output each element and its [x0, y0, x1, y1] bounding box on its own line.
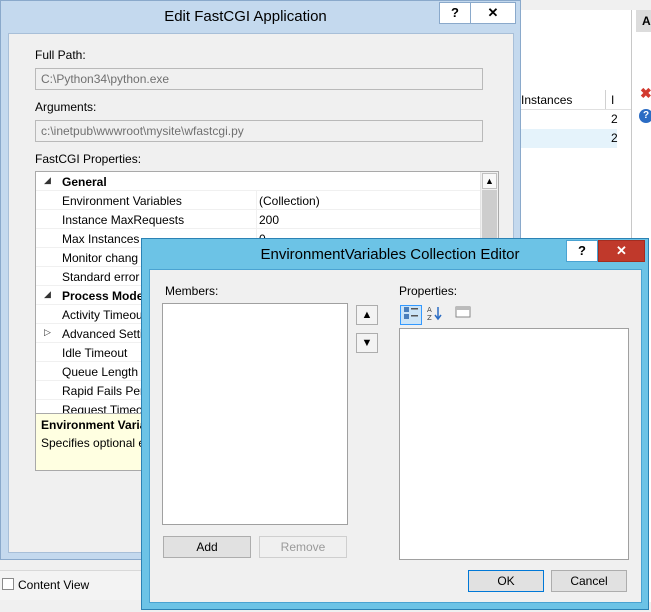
view-switcher: Content View — [0, 570, 142, 600]
help-button[interactable]: ? — [439, 2, 471, 24]
members-list[interactable] — [162, 303, 348, 525]
sort-alphabetical-icon[interactable]: AZ — [424, 305, 446, 325]
fastcgi-properties-label: FastCGI Properties: — [35, 152, 142, 166]
arrow-down-icon: ▼ — [361, 337, 373, 349]
column-separator — [605, 90, 606, 109]
category-label: General — [62, 175, 107, 189]
grid-row[interactable]: Instance MaxRequests 200 — [36, 210, 482, 229]
actions-pane-header: A — [636, 10, 651, 32]
content-view-icon — [2, 578, 14, 590]
categorized-icon[interactable] — [400, 305, 422, 325]
svg-text:Z: Z — [427, 314, 432, 321]
table-row[interactable]: 2 — [519, 110, 618, 129]
move-down-button[interactable]: ▼ — [356, 333, 378, 353]
content-view-tab[interactable]: Content View — [18, 578, 89, 592]
row-value: 2 — [611, 112, 618, 126]
close-button[interactable]: ✕ — [470, 2, 516, 24]
column-separator — [256, 210, 257, 229]
delete-icon[interactable]: ✖ — [640, 85, 651, 102]
grid-category-general[interactable]: ◢ General — [36, 172, 482, 191]
arrow-up-icon: ▲ — [361, 309, 373, 321]
ok-button[interactable]: OK — [468, 570, 544, 592]
description-title: Environment Varia — [41, 418, 147, 432]
column-header-truncated[interactable]: I — [611, 93, 614, 107]
cancel-button[interactable]: Cancel — [551, 570, 627, 592]
property-value[interactable]: (Collection) — [259, 194, 320, 208]
scroll-up-icon[interactable]: ▲ — [482, 173, 497, 189]
help-icon[interactable]: ? — [639, 109, 651, 123]
iis-column-header: Instances I — [519, 90, 631, 110]
property-value[interactable]: 200 — [259, 213, 279, 227]
property-name: Instance MaxRequests — [62, 213, 185, 227]
dialog-body: Members: ▲ ▼ Properties: AZ Add Remove O… — [149, 269, 642, 603]
full-path-label: Full Path: — [35, 48, 86, 62]
column-header-instances[interactable]: Instances — [521, 93, 572, 107]
property-pages-icon[interactable] — [452, 305, 474, 325]
collapse-icon[interactable]: ◢ — [44, 289, 51, 300]
properties-grid[interactable] — [399, 328, 629, 560]
move-up-button[interactable]: ▲ — [356, 305, 378, 325]
property-name: Environment Variables — [62, 194, 182, 208]
table-row[interactable]: 2 — [519, 129, 618, 148]
remove-button[interactable]: Remove — [259, 536, 347, 558]
add-button[interactable]: Add — [163, 536, 251, 558]
column-separator — [256, 191, 257, 210]
row-value: 2 — [611, 131, 618, 145]
full-path-field[interactable]: C:\Python34\python.exe — [35, 68, 483, 90]
collapse-icon[interactable]: ◢ — [44, 175, 51, 186]
description-text: Specifies optional e — [41, 436, 146, 450]
arguments-field[interactable]: c:\inetpub\wwwroot\mysite\wfastcgi.py — [35, 120, 483, 142]
arguments-label: Arguments: — [35, 100, 97, 114]
grid-row[interactable]: Environment Variables (Collection) — [36, 191, 482, 210]
properties-label: Properties: — [399, 284, 458, 298]
members-label: Members: — [165, 284, 219, 298]
expand-icon[interactable]: ▷ — [44, 327, 51, 338]
close-button[interactable]: ✕ — [598, 240, 645, 262]
svg-text:A: A — [427, 306, 432, 314]
collection-editor-dialog: EnvironmentVariables Collection Editor ?… — [141, 238, 649, 610]
help-button[interactable]: ? — [566, 240, 598, 262]
